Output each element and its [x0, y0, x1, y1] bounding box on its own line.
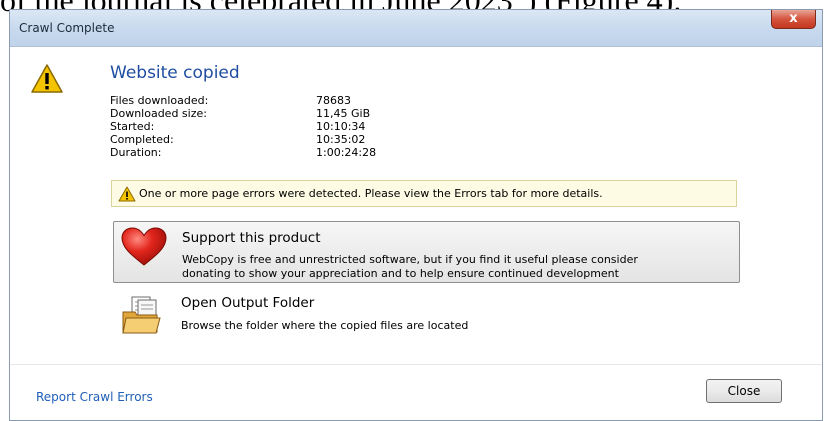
stat-label: Downloaded size: [110, 107, 207, 120]
support-description-line: donating to show your appreciation and t… [182, 267, 619, 280]
support-description: WebCopy is free and unrestricted softwar… [182, 253, 737, 281]
crawl-stats: Files downloaded: 78683 Downloaded size:… [110, 94, 376, 159]
warning-icon [118, 186, 136, 201]
window-title: Crawl Complete [19, 21, 115, 35]
stat-value: 78683 [316, 94, 351, 107]
warning-icon [31, 64, 63, 93]
heart-icon [121, 227, 167, 266]
title-bar: Crawl Complete x [10, 10, 822, 47]
window-close-button[interactable]: x [771, 10, 816, 29]
report-crawl-errors-link[interactable]: Report Crawl Errors [36, 390, 153, 404]
open-folder-title: Open Output Folder [181, 295, 315, 311]
stat-label: Completed: [110, 133, 174, 146]
support-description-line: WebCopy is free and unrestricted softwar… [182, 253, 638, 266]
stat-value: 1:00:24:28 [316, 146, 377, 159]
stat-row: Files downloaded: 78683 [110, 94, 376, 107]
close-button[interactable]: Close [706, 379, 782, 403]
support-product-button[interactable]: Support this product WebCopy is free and… [113, 221, 740, 283]
stat-row: Completed: 10:35:02 [110, 133, 376, 146]
error-notice-text: One or more page errors were detected. P… [139, 187, 603, 200]
open-folder-description: Browse the folder where the copied files… [181, 319, 469, 332]
stat-row: Started: 10:10:34 [110, 120, 376, 133]
stat-value: 10:10:34 [316, 120, 366, 133]
dialog-content: Website copied Files downloaded: 78683 D… [10, 47, 822, 420]
folder-icon [122, 296, 161, 334]
stat-label: Files downloaded: [110, 94, 209, 107]
open-output-folder-button[interactable]: Open Output Folder Browse the folder whe… [113, 292, 673, 342]
stat-row: Duration: 1:00:24:28 [110, 146, 376, 159]
stat-value: 10:35:02 [316, 133, 366, 146]
error-notice-bar[interactable]: One or more page errors were detected. P… [111, 180, 737, 207]
stat-row: Downloaded size: 11,45 GiB [110, 107, 376, 120]
stat-value: 11,45 GiB [316, 107, 371, 120]
crawl-complete-dialog: Crawl Complete x Website copied Files do… [9, 9, 823, 421]
support-title: Support this product [182, 230, 321, 246]
footer-divider [10, 364, 822, 365]
stat-label: Duration: [110, 146, 162, 159]
page-title: Website copied [110, 63, 240, 83]
stat-label: Started: [110, 120, 155, 133]
